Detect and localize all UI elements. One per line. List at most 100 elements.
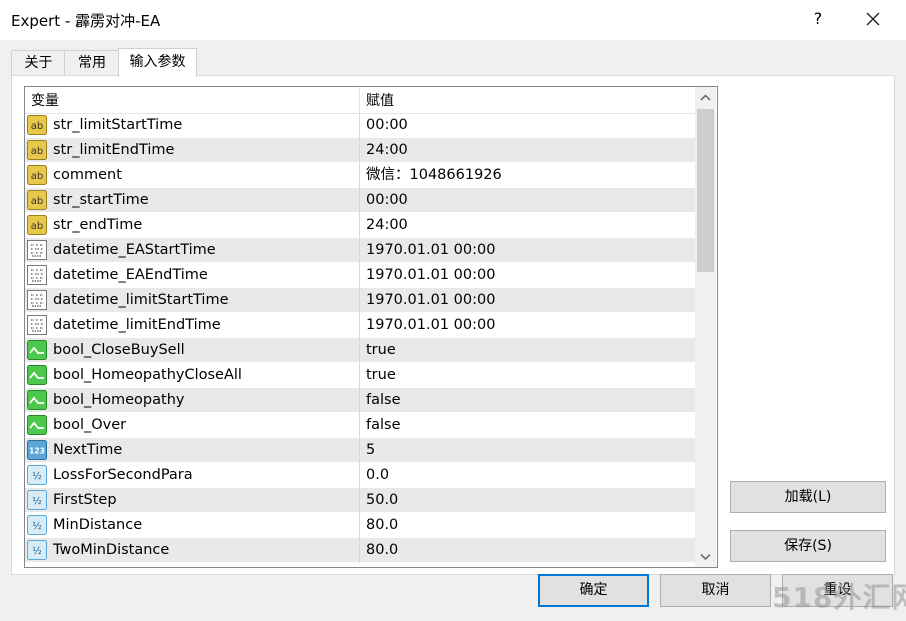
param-name: bool_CloseBuySell bbox=[53, 342, 185, 358]
cell-divider bbox=[359, 363, 360, 388]
param-row[interactable]: ab comment 微信：1048661926 bbox=[25, 163, 695, 188]
tab-common[interactable]: 常用 bbox=[64, 50, 120, 75]
param-name: bool_Over bbox=[53, 417, 127, 433]
param-value[interactable]: 24:00 bbox=[366, 213, 408, 238]
param-row[interactable]: ab str_startTime 00:00 bbox=[25, 188, 695, 213]
param-row[interactable]: datetime_limitStartTime 1970.01.01 00:00 bbox=[25, 288, 695, 313]
param-row[interactable]: bool_Homeopathy false bbox=[25, 388, 695, 413]
param-row[interactable]: 123 NextTime 5 bbox=[25, 438, 695, 463]
param-value[interactable]: 5 bbox=[366, 438, 375, 463]
load-button[interactable]: 加载(L) bbox=[730, 481, 886, 513]
datetime-type-icon bbox=[27, 315, 47, 335]
param-value[interactable]: 00:00 bbox=[366, 188, 408, 213]
watermark: 518外汇网 bbox=[772, 581, 906, 614]
save-button[interactable]: 保存(S) bbox=[730, 530, 886, 562]
double-type-icon: ½ bbox=[27, 490, 47, 510]
datetime-type-icon bbox=[27, 265, 47, 285]
param-name: LossForSecondPara bbox=[53, 467, 193, 483]
tab-about[interactable]: 关于 bbox=[11, 50, 66, 75]
param-row[interactable]: ½ FirstStep 50.0 bbox=[25, 488, 695, 513]
param-value[interactable]: true bbox=[366, 338, 396, 363]
param-name: datetime_limitStartTime bbox=[53, 292, 229, 308]
param-value[interactable]: 80.0 bbox=[366, 513, 398, 538]
grid-rows: ab str_limitStartTime 00:00 ab str_limitEndT… bbox=[25, 113, 695, 563]
param-value[interactable]: 1970.01.01 00:00 bbox=[366, 263, 495, 288]
column-header-variable[interactable]: 变量 bbox=[31, 87, 59, 113]
column-header-value[interactable]: 赋值 bbox=[366, 87, 394, 113]
param-value[interactable]: 80.0 bbox=[366, 538, 398, 563]
cell-divider bbox=[359, 438, 360, 463]
param-name: str_endTime bbox=[53, 217, 143, 233]
integer-type-icon: 123 bbox=[27, 440, 47, 460]
tab-inputs[interactable]: 输入参数 bbox=[118, 48, 197, 77]
title-bar: Expert - 霹雳对冲-EA ? bbox=[0, 0, 906, 40]
param-name: datetime_EAEndTime bbox=[53, 267, 208, 283]
string-type-icon: ab bbox=[27, 165, 47, 185]
help-button[interactable]: ? bbox=[808, 9, 828, 28]
double-type-icon: ½ bbox=[27, 515, 47, 535]
svg-text:ab: ab bbox=[31, 171, 43, 182]
param-name: datetime_EAStartTime bbox=[53, 242, 216, 258]
param-value[interactable]: false bbox=[366, 413, 401, 438]
column-divider[interactable] bbox=[359, 87, 360, 113]
double-type-icon: ½ bbox=[27, 540, 47, 560]
svg-text:123: 123 bbox=[29, 447, 45, 456]
svg-text:ab: ab bbox=[31, 196, 43, 207]
param-name: comment bbox=[53, 167, 122, 183]
cell-divider bbox=[359, 238, 360, 263]
ok-button[interactable]: 确定 bbox=[538, 574, 649, 607]
cell-divider bbox=[359, 313, 360, 338]
string-type-icon: ab bbox=[27, 190, 47, 210]
scroll-down-arrow-icon[interactable] bbox=[695, 546, 716, 567]
cell-divider bbox=[359, 488, 360, 513]
svg-text:½: ½ bbox=[32, 545, 42, 557]
close-button[interactable] bbox=[858, 6, 888, 32]
param-row[interactable]: ab str_endTime 24:00 bbox=[25, 213, 695, 238]
param-value[interactable]: 24:00 bbox=[366, 138, 408, 163]
scrollbar-thumb[interactable] bbox=[697, 109, 714, 272]
param-value[interactable]: 微信：1048661926 bbox=[366, 163, 502, 188]
param-value[interactable]: false bbox=[366, 388, 401, 413]
double-type-icon: ½ bbox=[27, 465, 47, 485]
param-row[interactable]: datetime_limitEndTime 1970.01.01 00:00 bbox=[25, 313, 695, 338]
param-value[interactable]: true bbox=[366, 363, 396, 388]
param-value[interactable]: 1970.01.01 00:00 bbox=[366, 313, 495, 338]
param-row[interactable]: datetime_EAEndTime 1970.01.01 00:00 bbox=[25, 263, 695, 288]
param-row[interactable]: ½ LossForSecondPara 0.0 bbox=[25, 463, 695, 488]
param-name: MinDistance bbox=[53, 517, 143, 533]
param-row[interactable]: datetime_EAStartTime 1970.01.01 00:00 bbox=[25, 238, 695, 263]
param-value[interactable]: 1970.01.01 00:00 bbox=[366, 238, 495, 263]
param-value[interactable]: 1970.01.01 00:00 bbox=[366, 288, 495, 313]
param-name: datetime_limitEndTime bbox=[53, 317, 221, 333]
cell-divider bbox=[359, 538, 360, 563]
bool-type-icon bbox=[27, 390, 47, 410]
cell-divider bbox=[359, 513, 360, 538]
svg-text:½: ½ bbox=[32, 520, 42, 532]
param-name: str_startTime bbox=[53, 192, 149, 208]
cell-divider bbox=[359, 188, 360, 213]
param-name: str_limitStartTime bbox=[53, 117, 183, 133]
datetime-type-icon bbox=[27, 240, 47, 260]
close-icon bbox=[866, 12, 880, 26]
param-value[interactable]: 00:00 bbox=[366, 113, 408, 138]
parameters-grid: 变量 赋值 ab str_limitStartTime 00:00 ab str_lim… bbox=[24, 86, 718, 568]
param-row[interactable]: bool_HomeopathyCloseAll true bbox=[25, 363, 695, 388]
param-row[interactable]: bool_Over false bbox=[25, 413, 695, 438]
bool-type-icon bbox=[27, 365, 47, 385]
svg-text:½: ½ bbox=[32, 495, 42, 507]
param-row[interactable]: ½ TwoMinDistance 80.0 bbox=[25, 538, 695, 563]
scroll-up-arrow-icon[interactable] bbox=[695, 87, 716, 108]
bool-type-icon bbox=[27, 340, 47, 360]
param-row[interactable]: ab str_limitStartTime 00:00 bbox=[25, 113, 695, 138]
param-row[interactable]: ab str_limitEndTime 24:00 bbox=[25, 138, 695, 163]
param-row[interactable]: ½ MinDistance 80.0 bbox=[25, 513, 695, 538]
param-value[interactable]: 0.0 bbox=[366, 463, 389, 488]
param-value[interactable]: 50.0 bbox=[366, 488, 398, 513]
vertical-scrollbar[interactable] bbox=[695, 87, 716, 567]
param-row[interactable]: bool_CloseBuySell true bbox=[25, 338, 695, 363]
cell-divider bbox=[359, 463, 360, 488]
cell-divider bbox=[359, 263, 360, 288]
cancel-button[interactable]: 取消 bbox=[660, 574, 771, 607]
svg-text:ab: ab bbox=[31, 221, 43, 232]
cell-divider bbox=[359, 213, 360, 238]
